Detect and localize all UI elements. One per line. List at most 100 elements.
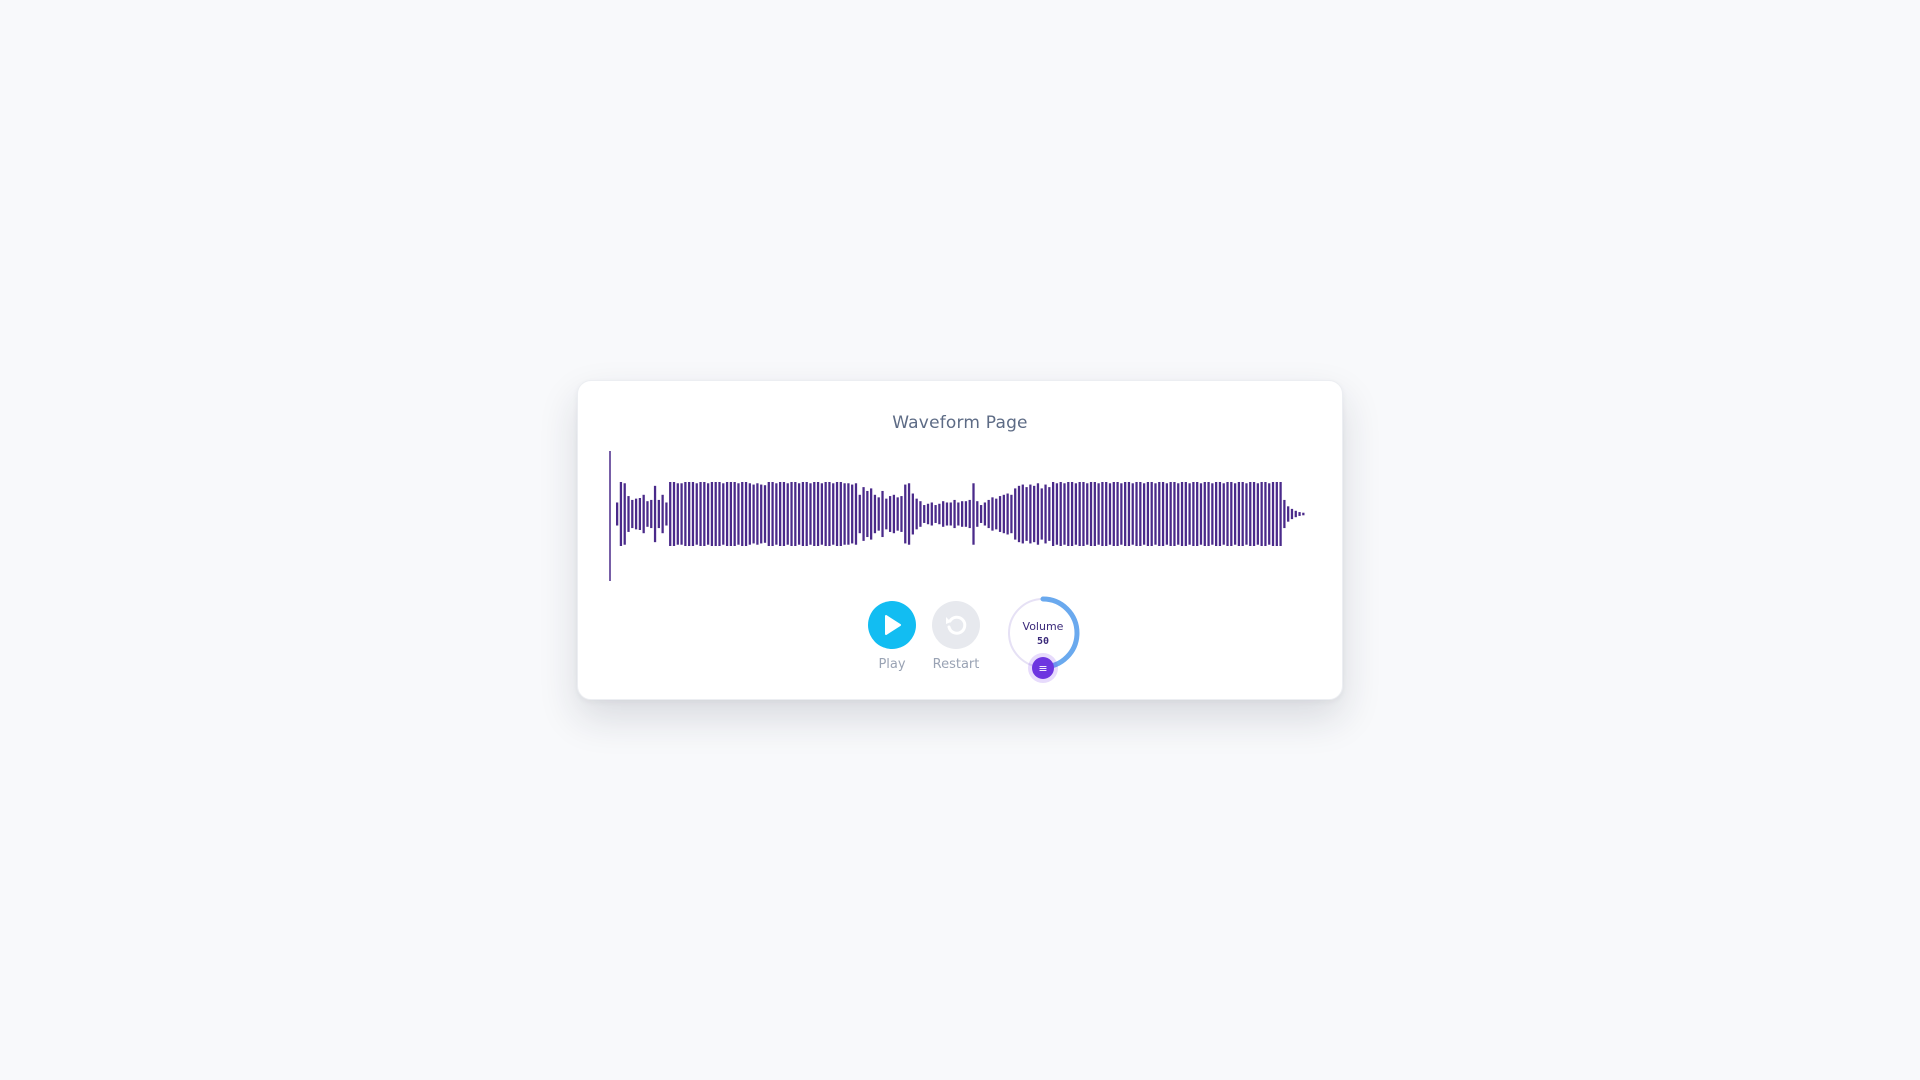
waveform-bar [1158, 482, 1161, 546]
waveform-bar [661, 494, 664, 534]
waveform-bar [1116, 482, 1119, 546]
waveform-bar [691, 482, 695, 546]
waveform-bar [722, 483, 725, 545]
waveform-bar [619, 482, 623, 546]
volume-label: Volume [1022, 620, 1064, 633]
volume-readout: Volume 50 [1002, 619, 1084, 649]
waveform-bar [809, 483, 812, 545]
waveform-bar [1237, 482, 1241, 546]
waveform-bar [616, 502, 619, 526]
restart-button[interactable] [932, 601, 980, 649]
waveform-bar [983, 502, 987, 526]
waveform-bar [733, 482, 736, 546]
waveform-bar [650, 499, 653, 529]
waveform-bar [797, 483, 801, 545]
waveform-bar [1093, 482, 1096, 546]
volume-knob[interactable]: ≡ [1028, 653, 1058, 683]
waveform-bar [805, 482, 808, 546]
waveform-bar [945, 502, 949, 526]
waveform-bar [1275, 482, 1278, 546]
waveform-bar [760, 484, 763, 544]
waveform-bar [1233, 483, 1237, 545]
waveform-bar [938, 503, 941, 525]
waveform-bar [1067, 482, 1070, 546]
waveform-bar [816, 482, 820, 546]
waveform-bar [915, 498, 918, 530]
waveform-bar [1127, 482, 1131, 546]
waveform-bar [1173, 482, 1176, 546]
waveform-bar [1215, 482, 1218, 546]
waveform-bar [851, 484, 854, 544]
waveform-bar [1055, 483, 1059, 545]
waveform-bar [672, 482, 676, 546]
waveform-bar [714, 482, 717, 546]
waveform-bar [1203, 482, 1206, 546]
waveform-bar [1002, 494, 1005, 534]
waveform-bar [1097, 483, 1100, 545]
waveform-bar [1139, 482, 1142, 546]
waveform-bar [854, 483, 858, 545]
waveform-bar [1108, 483, 1112, 545]
waveform-bar [1124, 482, 1127, 546]
waveform-bar [1040, 488, 1043, 540]
waveform-bar [706, 483, 710, 545]
waveform-bar [642, 494, 645, 534]
waveform-bar [820, 483, 823, 545]
waveform-bar [813, 482, 816, 546]
waveform-bar [1287, 506, 1290, 522]
waveform-bar [1252, 482, 1256, 546]
waveform-bar [631, 499, 634, 529]
waveform-bar [961, 501, 964, 527]
volume-dial[interactable]: Volume 50 ≡ [1002, 593, 1084, 683]
waveform-bar [665, 502, 668, 526]
waveform-bar [979, 505, 983, 523]
waveform-bar [1226, 482, 1229, 546]
play-control: Play [860, 593, 924, 672]
waveform-bar [1290, 508, 1294, 520]
waveform-bar [1268, 483, 1271, 545]
waveform-bar [1279, 482, 1282, 546]
waveform-bar [847, 483, 850, 545]
waveform-bar [1298, 512, 1301, 516]
waveform-bar [1044, 484, 1047, 544]
waveform-bar [756, 483, 759, 545]
waveform-bar [634, 498, 638, 530]
play-button[interactable] [868, 601, 916, 649]
waveform-bar [911, 493, 914, 535]
waveform-bar [888, 496, 892, 532]
waveform-bar [1010, 494, 1013, 534]
waveform-bar [1161, 482, 1165, 546]
waveform-bar [1135, 482, 1138, 546]
waveform-bar [1017, 485, 1021, 543]
waveform-bar [1196, 482, 1199, 546]
waveform-bar [824, 482, 827, 546]
waveform-bar [968, 499, 971, 529]
waveform-bar [790, 482, 793, 546]
waveform-bar [1169, 482, 1172, 546]
waveform-bar [1036, 483, 1040, 545]
waveform-bar [1105, 482, 1108, 546]
waveform-bar [801, 482, 805, 546]
waveform-bar [623, 483, 626, 545]
waveform-bar [1025, 487, 1028, 541]
waveform-bar [1264, 482, 1267, 546]
waveform-bar [1063, 483, 1066, 545]
waveform-bar [1283, 499, 1286, 529]
waveform-bar [1014, 488, 1017, 540]
waveform-bar [907, 483, 911, 545]
waveform-bar [1086, 483, 1089, 545]
waveform-bar [1165, 483, 1168, 545]
waveform-bar [748, 483, 751, 545]
waveform-bar [1241, 482, 1244, 546]
waveform-bar [1260, 482, 1263, 546]
waveform-bar [1112, 482, 1115, 546]
waveform-bar [1070, 482, 1074, 546]
waveform-bar [782, 482, 786, 546]
waveform-svg[interactable] [608, 451, 1314, 581]
waveform-bar [995, 498, 998, 530]
waveform[interactable] [608, 451, 1314, 581]
waveform-bar [885, 498, 888, 530]
waveform-bar [1089, 482, 1093, 546]
waveform-bar [1131, 483, 1134, 545]
waveform-bar [866, 490, 869, 538]
